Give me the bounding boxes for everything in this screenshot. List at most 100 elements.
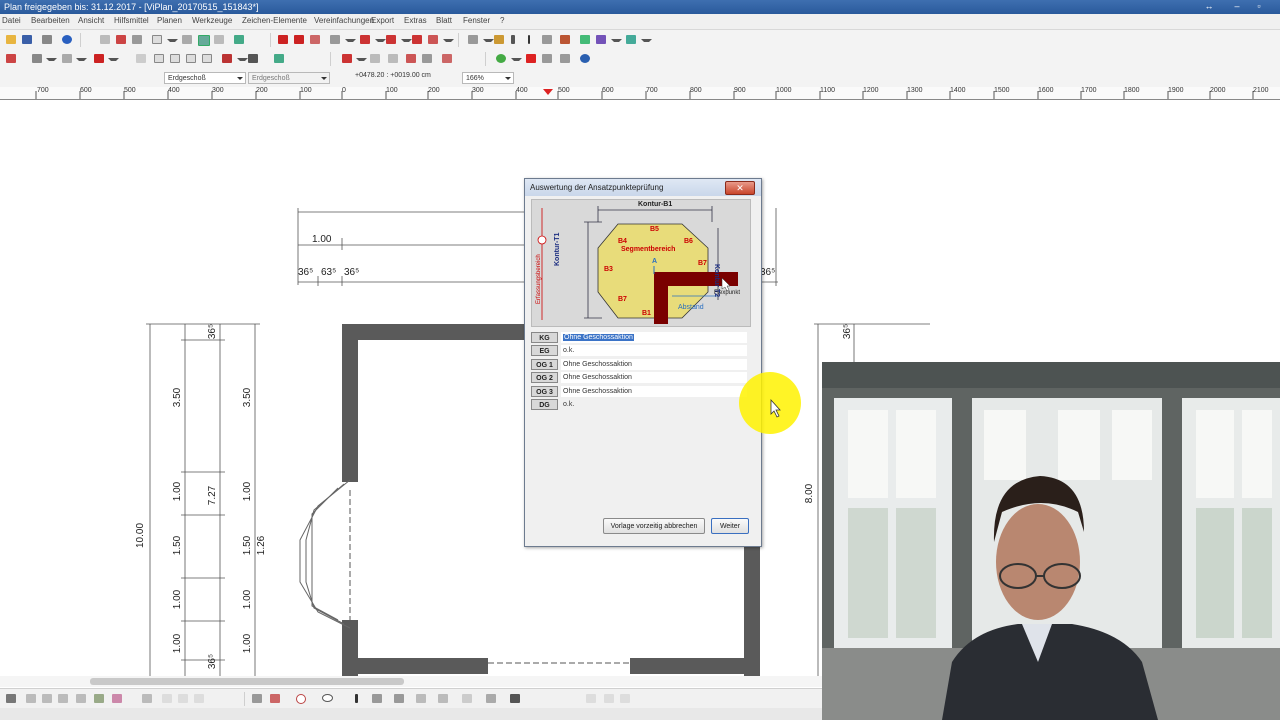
- curve-icon[interactable]: [110, 692, 124, 705]
- car-icon[interactable]: [272, 52, 286, 65]
- chevron-down-icon[interactable]: [345, 39, 356, 45]
- save-icon[interactable]: [20, 33, 34, 46]
- text-cursor-icon[interactable]: [522, 33, 536, 46]
- layer-icon[interactable]: [24, 692, 38, 705]
- arrow-tool-icon[interactable]: [246, 52, 260, 65]
- menu-zeichen-elemente[interactable]: Zeichen-Elemente: [242, 16, 307, 25]
- trim-icon[interactable]: [440, 52, 454, 65]
- copy-icon[interactable]: [420, 52, 434, 65]
- r-icon[interactable]: [200, 52, 214, 65]
- print-icon[interactable]: [40, 33, 54, 46]
- undo-icon[interactable]: [160, 692, 174, 705]
- layers-icon[interactable]: [212, 33, 226, 46]
- rotate-icon[interactable]: [386, 52, 400, 65]
- zoom-select[interactable]: 166%: [462, 72, 514, 84]
- home-icon[interactable]: [4, 52, 18, 65]
- restore-icon[interactable]: ↔: [1200, 1, 1218, 12]
- horizontal-scrollbar[interactable]: [0, 676, 822, 687]
- horizontal-ruler[interactable]: 700 600 500 400 300 200 100 0 100 200 30…: [0, 87, 1280, 100]
- chevron-down-icon[interactable]: [76, 58, 87, 64]
- house-icon[interactable]: [30, 52, 44, 65]
- grid-snap-icon[interactable]: [196, 33, 210, 46]
- list-icon[interactable]: [250, 692, 264, 705]
- pen-tool-icon[interactable]: [340, 52, 354, 65]
- snap-icon[interactable]: [4, 692, 18, 705]
- chevron-down-icon[interactable]: [108, 58, 119, 64]
- euro-icon[interactable]: [578, 52, 592, 65]
- menu-werkzeuge[interactable]: Werkzeuge: [192, 16, 232, 25]
- zoom-window-icon[interactable]: [98, 33, 112, 46]
- menu-vereinfachungen[interactable]: Vereinfachungen: [314, 16, 374, 25]
- roof-tool-icon[interactable]: [328, 33, 342, 46]
- mirror-icon[interactable]: [404, 52, 418, 65]
- dimension-icon[interactable]: [392, 692, 406, 705]
- circle-tool-icon[interactable]: [294, 692, 308, 705]
- angle-icon[interactable]: [92, 692, 106, 705]
- delete-icon[interactable]: [524, 52, 538, 65]
- level-row-kg[interactable]: KG Ohne Geschossaktion: [531, 332, 749, 344]
- floor-select[interactable]: Erdgeschoß: [164, 72, 246, 84]
- eraser-icon[interactable]: [56, 692, 70, 705]
- ungroup-icon[interactable]: [602, 692, 616, 705]
- link-icon[interactable]: [140, 692, 154, 705]
- close-icon[interactable]: ✕: [725, 181, 755, 195]
- menu-fenster[interactable]: Fenster: [463, 16, 490, 25]
- level-value[interactable]: Ohne Geschossaktion: [561, 332, 747, 343]
- next-button[interactable]: Weiter: [711, 518, 749, 534]
- pencil-icon[interactable]: [40, 692, 54, 705]
- lock-icon[interactable]: [618, 692, 632, 705]
- menu-planen[interactable]: Planen: [157, 16, 182, 25]
- scrollbar-thumb[interactable]: [90, 678, 404, 685]
- chevron-down-icon[interactable]: [611, 39, 622, 45]
- abort-template-button[interactable]: Vorlage vorzeitig abbrechen: [603, 518, 705, 534]
- dormer-tool-icon[interactable]: [358, 33, 372, 46]
- menu-help[interactable]: ?: [500, 16, 504, 25]
- chevron-down-icon[interactable]: [641, 39, 652, 45]
- measure-icon[interactable]: [540, 33, 554, 46]
- menu-blatt[interactable]: Blatt: [436, 16, 452, 25]
- ceiling-tool-icon[interactable]: [426, 33, 440, 46]
- paint-icon[interactable]: [492, 33, 506, 46]
- zoom-fit-icon[interactable]: [130, 33, 144, 46]
- chevron-down-icon[interactable]: [46, 58, 57, 64]
- chevron-down-icon[interactable]: [356, 58, 367, 64]
- stamp-tool-icon[interactable]: [384, 33, 398, 46]
- level-value[interactable]: o.k.: [561, 399, 747, 410]
- open-folder-icon[interactable]: [4, 33, 18, 46]
- roof-red-icon[interactable]: [92, 52, 106, 65]
- floorplan-icon[interactable]: [60, 52, 74, 65]
- leader-icon[interactable]: [370, 692, 384, 705]
- window-tool-icon[interactable]: [276, 33, 290, 46]
- table-icon[interactable]: [466, 33, 480, 46]
- door-tool-icon[interactable]: [292, 33, 306, 46]
- level-value[interactable]: Ohne Geschossaktion: [561, 372, 747, 383]
- zoom-in-icon[interactable]: [114, 33, 128, 46]
- text-tool-icon[interactable]: [350, 692, 364, 705]
- menu-ansicht[interactable]: Ansicht: [78, 16, 104, 25]
- level-value[interactable]: Ohne Geschossaktion: [561, 359, 747, 370]
- stair-tool-icon[interactable]: [308, 33, 322, 46]
- menu-hilfsmittel[interactable]: Hilfsmittel: [114, 16, 149, 25]
- chevron-down-icon[interactable]: [511, 58, 522, 64]
- menu-export[interactable]: Export: [371, 16, 394, 25]
- pin-icon[interactable]: [508, 692, 522, 705]
- pan-hand-icon[interactable]: [150, 33, 164, 46]
- hatch-icon[interactable]: [414, 692, 428, 705]
- pointer-tool-icon[interactable]: [220, 52, 234, 65]
- move-icon[interactable]: [368, 52, 382, 65]
- level-value[interactable]: Ohne Geschossaktion: [561, 386, 747, 397]
- object-icon[interactable]: [558, 33, 572, 46]
- copy-view-icon[interactable]: [180, 33, 194, 46]
- wall-type-icon[interactable]: [134, 52, 148, 65]
- menu-bearbeiten[interactable]: Bearbeiten: [31, 16, 70, 25]
- s-icon[interactable]: [184, 52, 198, 65]
- target-icon[interactable]: [494, 52, 508, 65]
- w-icon[interactable]: [152, 52, 166, 65]
- chart-icon[interactable]: [232, 33, 246, 46]
- reference-floor-select[interactable]: Erdgeschoß: [248, 72, 330, 84]
- render-icon[interactable]: [624, 33, 638, 46]
- redo-icon[interactable]: [176, 692, 190, 705]
- select-tool-icon[interactable]: [594, 33, 608, 46]
- menu-datei[interactable]: Datei: [2, 16, 21, 25]
- level-row-dg[interactable]: DG o.k.: [531, 399, 749, 411]
